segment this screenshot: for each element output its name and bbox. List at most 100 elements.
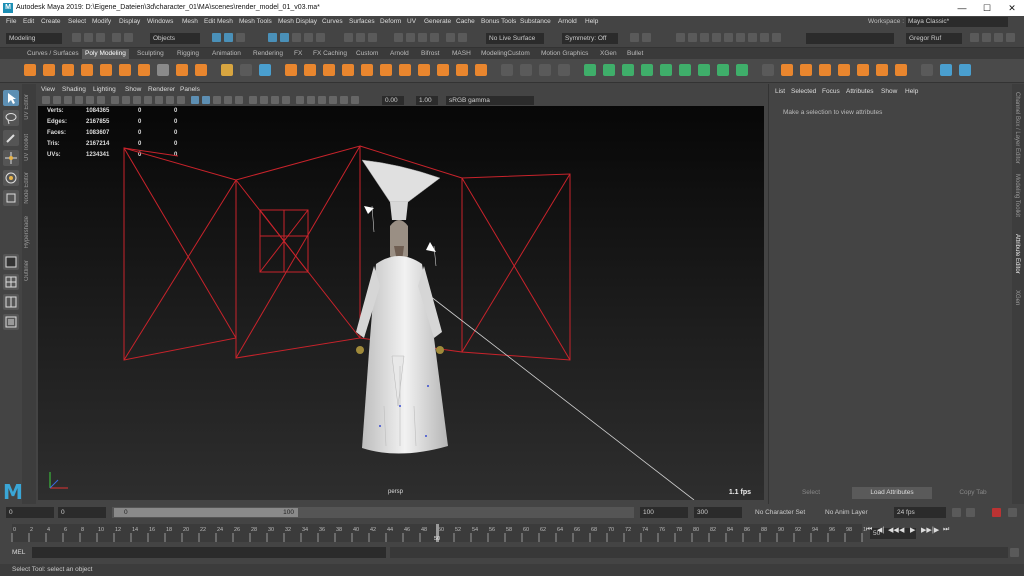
new-scene-icon[interactable]	[72, 33, 81, 42]
play-forward-button[interactable]: ▶	[910, 526, 915, 534]
ae-menu-selected[interactable]: Selected	[791, 88, 816, 95]
outliner-toggle-icon[interactable]	[700, 33, 709, 42]
menu-help[interactable]: Help	[585, 18, 598, 25]
outliner-tab[interactable]: Outliner	[24, 260, 30, 281]
ssao-icon[interactable]	[260, 96, 268, 104]
select-object-icon[interactable]	[224, 33, 233, 42]
2d-pan-icon[interactable]	[86, 96, 94, 104]
symmetry-dropdown[interactable]: Symmetry: Off	[562, 33, 618, 44]
selection-mode-dropdown[interactable]: Objects	[150, 33, 200, 44]
gamma-field[interactable]: 1.00	[416, 96, 438, 105]
range-slider[interactable]: 0 100	[112, 507, 634, 518]
wireframe-icon[interactable]	[191, 96, 199, 104]
settings-icon[interactable]	[994, 33, 1003, 42]
pinch-brush-icon[interactable]	[857, 64, 869, 76]
go-to-end-button[interactable]: ⏭	[943, 526, 949, 534]
ae-select-button[interactable]: Select	[771, 487, 851, 499]
fill-hole-icon[interactable]	[437, 64, 449, 76]
rotate-tool-icon[interactable]	[3, 170, 19, 186]
combine-icon[interactable]	[285, 64, 297, 76]
camera-lock-icon[interactable]	[351, 96, 359, 104]
uv-snapshot-icon[interactable]	[717, 64, 729, 76]
animation-end-field[interactable]: 300	[694, 507, 742, 518]
resolution-gate-icon[interactable]	[133, 96, 141, 104]
cone-icon[interactable]	[81, 64, 93, 76]
ae-menu-attributes[interactable]: Attributes	[846, 88, 873, 95]
animation-start-field[interactable]: 0	[6, 507, 54, 518]
smooth-icon[interactable]	[323, 64, 335, 76]
grease-icon[interactable]	[97, 96, 105, 104]
uv-transfer-icon[interactable]	[736, 64, 748, 76]
shelf-tab-bullet[interactable]: Bullet	[624, 49, 646, 59]
snap-curve-icon[interactable]	[280, 33, 289, 42]
prism-icon[interactable]	[195, 64, 207, 76]
step-back-frame-button[interactable]: ◀◀	[888, 526, 899, 534]
merge-icon[interactable]	[456, 64, 468, 76]
sphere-icon[interactable]	[24, 64, 36, 76]
menu-select[interactable]: Select	[68, 18, 86, 25]
textured-icon[interactable]	[224, 96, 232, 104]
shelf-tab-arnold[interactable]: Arnold	[387, 49, 412, 59]
append-icon[interactable]	[475, 64, 487, 76]
shelf-tab-mash[interactable]: MASH	[449, 49, 474, 59]
command-search-field[interactable]	[806, 33, 894, 44]
panel-menu-renderer[interactable]: Renderer	[148, 86, 175, 93]
menu-mesh[interactable]: Mesh	[182, 18, 198, 25]
modeling-toolkit-icon[interactable]	[760, 33, 769, 42]
step-forward-key-button[interactable]: |▶	[932, 526, 939, 534]
render-frame-icon[interactable]	[406, 33, 415, 42]
mirror-icon[interactable]	[361, 64, 373, 76]
shelf-tab-curves-surfaces[interactable]: Curves / Surfaces	[24, 49, 82, 59]
user-account-dropdown[interactable]: Gregor Ruf	[906, 33, 962, 44]
arnold-render-icon[interactable]	[458, 33, 467, 42]
wireframe-on-shaded-icon[interactable]	[213, 96, 221, 104]
graph-layout-icon[interactable]	[3, 314, 19, 330]
color-space-dropdown[interactable]: sRGB gamma	[446, 96, 534, 105]
workspace-dropdown[interactable]: Maya Classic*	[906, 17, 1008, 27]
shelf-tab-rendering[interactable]: Rendering	[250, 49, 286, 59]
cam-select-icon[interactable]	[42, 96, 50, 104]
menu-generate[interactable]: Generate	[424, 18, 451, 25]
disc-icon[interactable]	[138, 64, 150, 76]
playback-start-field[interactable]: 0	[58, 507, 106, 518]
uv-auto-icon[interactable]	[641, 64, 653, 76]
close-button[interactable]: ✕	[1000, 2, 1024, 14]
scale-tool-icon[interactable]	[3, 190, 19, 206]
go-to-start-button[interactable]: ⏮	[866, 526, 872, 534]
insert-loop-icon[interactable]	[539, 64, 551, 76]
menu-uv[interactable]: UV	[407, 18, 416, 25]
shelf-tab-poly-modeling[interactable]: Poly Modeling	[82, 49, 129, 59]
uv-layout-icon[interactable]	[603, 64, 615, 76]
help-icon[interactable]	[970, 33, 979, 42]
select-component-icon[interactable]	[236, 33, 245, 42]
cylinder-icon[interactable]	[62, 64, 74, 76]
bridge-icon[interactable]	[399, 64, 411, 76]
attribute-editor-icon[interactable]	[736, 33, 745, 42]
snap-grid-icon[interactable]	[268, 33, 277, 42]
smooth-brush-icon[interactable]	[800, 64, 812, 76]
xray-icon[interactable]	[307, 96, 315, 104]
menu-file[interactable]: File	[6, 18, 16, 25]
cube-icon[interactable]	[43, 64, 55, 76]
ae-menu-list[interactable]: List	[775, 88, 785, 95]
open-scene-icon[interactable]	[84, 33, 93, 42]
shelf-tab-motion-graphics[interactable]: Motion Graphics	[538, 49, 591, 59]
super-shape-icon[interactable]	[259, 64, 271, 76]
shelf-tab-fx[interactable]: FX	[291, 49, 305, 59]
uv-editor-icon[interactable]	[698, 64, 710, 76]
shadows-icon[interactable]	[249, 96, 257, 104]
uv-unfold-icon[interactable]	[584, 64, 596, 76]
shelf-tab-bifrost[interactable]: Bifrost	[418, 49, 442, 59]
platonic-icon[interactable]	[157, 64, 169, 76]
relax-brush-icon[interactable]	[819, 64, 831, 76]
load-attributes-button[interactable]: Load Attributes	[852, 487, 932, 499]
menu-substance[interactable]: Substance	[520, 18, 551, 25]
multi-cut-icon[interactable]	[501, 64, 513, 76]
grid-icon[interactable]	[111, 96, 119, 104]
separate-icon[interactable]	[304, 64, 316, 76]
play-backward-button[interactable]: ◀	[899, 526, 904, 534]
mel-input[interactable]	[32, 547, 386, 558]
render-settings-icon[interactable]	[430, 33, 439, 42]
persp-outliner-layout-icon[interactable]	[3, 294, 19, 310]
hypershade-icon[interactable]	[446, 33, 455, 42]
